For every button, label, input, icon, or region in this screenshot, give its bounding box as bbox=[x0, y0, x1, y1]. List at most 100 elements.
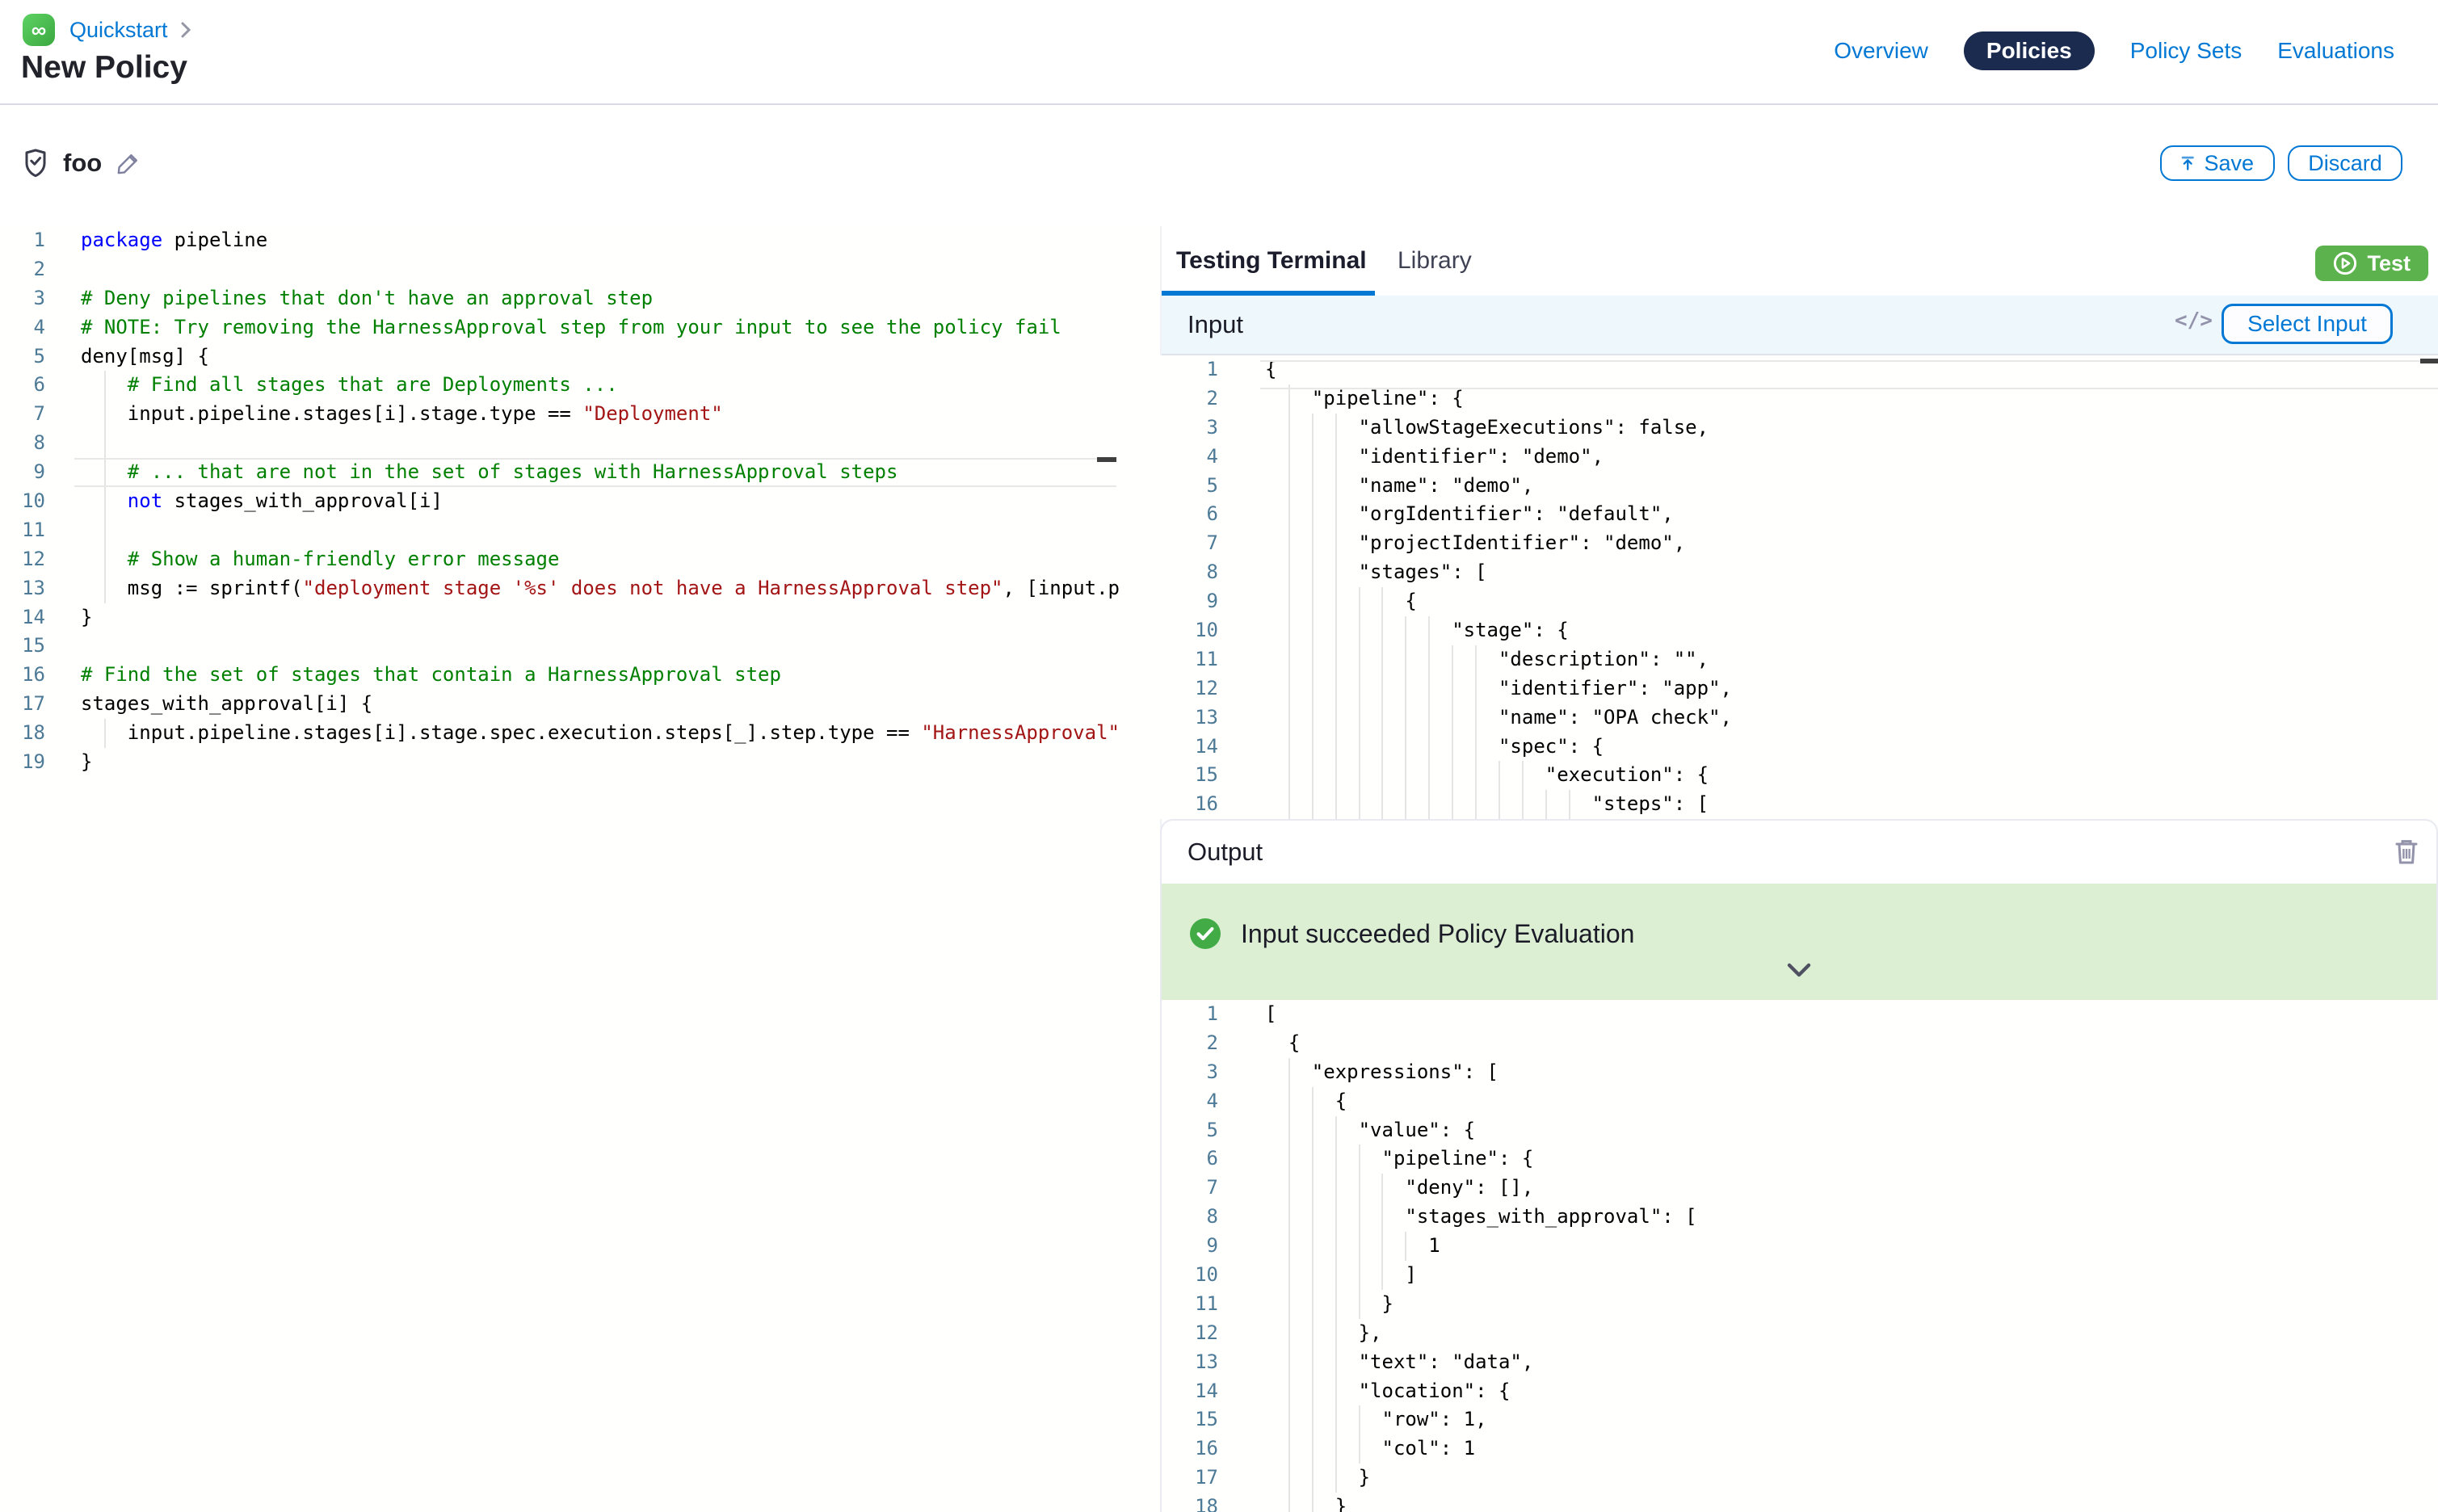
code-line[interactable]: 15 "execution": { bbox=[1160, 761, 2438, 790]
breadcrumb-link-quickstart[interactable]: Quickstart bbox=[69, 18, 168, 43]
code-line[interactable]: 16 "steps": [ bbox=[1160, 790, 2438, 819]
code-line[interactable]: 4# NOTE: Try removing the HarnessApprova… bbox=[0, 313, 1160, 342]
input-json-editor[interactable]: 1{2 "pipeline": {3 "allowStageExecutions… bbox=[1160, 355, 2438, 819]
indent-guide bbox=[1312, 704, 1314, 733]
indent-guide bbox=[1288, 704, 1290, 733]
code-line[interactable]: 2 bbox=[0, 255, 1160, 284]
indent-guide bbox=[1312, 790, 1314, 819]
line-number: 6 bbox=[1162, 1144, 1218, 1174]
code-brackets-icon[interactable]: </> bbox=[2175, 309, 2213, 333]
code-line[interactable]: 1package pipeline bbox=[0, 226, 1160, 255]
indent-guide bbox=[1312, 1144, 1314, 1174]
trash-icon[interactable] bbox=[2394, 838, 2419, 866]
rego-code-editor[interactable]: 1package pipeline23# Deny pipelines that… bbox=[0, 226, 1160, 1512]
code-line[interactable]: 1{ bbox=[1160, 355, 2438, 384]
code-line[interactable]: 3 "expressions": [ bbox=[1162, 1058, 2438, 1087]
code-line[interactable]: 4 "identifier": "demo", bbox=[1160, 443, 2438, 472]
tab-library[interactable]: Library bbox=[1398, 247, 1472, 296]
code-line[interactable]: 14 "location": { bbox=[1162, 1377, 2438, 1406]
edit-pencil-icon[interactable] bbox=[116, 151, 141, 175]
code-line[interactable]: 17 } bbox=[1162, 1464, 2438, 1493]
chevron-down-icon[interactable] bbox=[1786, 963, 1812, 979]
code-line[interactable]: 9 # ... that are not in the set of stage… bbox=[0, 458, 1160, 487]
save-button[interactable]: Save bbox=[2160, 145, 2275, 181]
code-line[interactable]: 6 "pipeline": { bbox=[1162, 1144, 2438, 1174]
code-line[interactable]: 10 "stage": { bbox=[1160, 616, 2438, 645]
code-line[interactable]: 14} bbox=[0, 603, 1160, 632]
select-input-button[interactable]: Select Input bbox=[2222, 304, 2393, 344]
code-line[interactable]: 11 bbox=[0, 516, 1160, 545]
indent-guide bbox=[1428, 704, 1430, 733]
code-line[interactable]: 19} bbox=[0, 748, 1160, 777]
indent-guide bbox=[1312, 1232, 1314, 1261]
code-line[interactable]: 10 ] bbox=[1162, 1261, 2438, 1290]
code-line[interactable]: 5deny[msg] { bbox=[0, 342, 1160, 372]
indent-guide bbox=[1312, 733, 1314, 762]
code-line[interactable]: 1[ bbox=[1162, 1000, 2438, 1029]
nav-policy-sets[interactable]: Policy Sets bbox=[2130, 38, 2243, 64]
nav-overview[interactable]: Overview bbox=[1834, 38, 1928, 64]
line-number: 19 bbox=[0, 748, 45, 777]
indent-guide bbox=[1312, 587, 1314, 616]
code-line[interactable]: 3 "allowStageExecutions": false, bbox=[1160, 414, 2438, 443]
code-line[interactable]: 13 "text": "data", bbox=[1162, 1348, 2438, 1377]
code-line[interactable]: 7 "deny": [], bbox=[1162, 1174, 2438, 1203]
code-line[interactable]: 16 "col": 1 bbox=[1162, 1434, 2438, 1464]
code-line[interactable]: 2 { bbox=[1162, 1029, 2438, 1058]
code-line[interactable]: 6 "orgIdentifier": "default", bbox=[1160, 500, 2438, 529]
code-line[interactable]: 13 "name": "OPA check", bbox=[1160, 704, 2438, 733]
code-line[interactable]: 17stages_with_approval[i] { bbox=[0, 690, 1160, 719]
line-number: 5 bbox=[0, 342, 45, 372]
nav-policies[interactable]: Policies bbox=[1964, 32, 2095, 70]
line-number: 9 bbox=[1162, 1232, 1218, 1261]
code-line[interactable]: 6 # Find all stages that are Deployments… bbox=[0, 371, 1160, 400]
indent-guide bbox=[1359, 733, 1360, 762]
code-line[interactable]: 3# Deny pipelines that don't have an app… bbox=[0, 284, 1160, 313]
indent-guide bbox=[1288, 500, 1290, 529]
code-line[interactable]: 8 "stages_with_approval": [ bbox=[1162, 1203, 2438, 1232]
code-line[interactable]: 7 input.pipeline.stages[i].stage.type ==… bbox=[0, 400, 1160, 429]
indent-guide bbox=[1312, 616, 1314, 645]
indent-guide bbox=[1381, 1203, 1383, 1232]
code-line[interactable]: 16# Find the set of stages that contain … bbox=[0, 661, 1160, 690]
code-line[interactable]: 12 }, bbox=[1162, 1319, 2438, 1348]
indent-guide bbox=[104, 487, 106, 516]
indent-guide bbox=[1312, 1405, 1314, 1434]
code-line[interactable]: 18 input.pipeline.stages[i].stage.spec.e… bbox=[0, 719, 1160, 748]
indent-guide bbox=[1288, 1203, 1290, 1232]
code-line[interactable]: 10 not stages_with_approval[i] bbox=[0, 487, 1160, 516]
code-line[interactable]: 14 "spec": { bbox=[1160, 733, 2438, 762]
indent-guide bbox=[1569, 790, 1570, 819]
code-line[interactable]: 12 # Show a human-friendly error message bbox=[0, 545, 1160, 574]
indent-guide bbox=[104, 719, 106, 748]
code-line[interactable]: 8 bbox=[0, 429, 1160, 458]
indent-guide bbox=[1288, 733, 1290, 762]
code-line[interactable]: 11 "description": "", bbox=[1160, 645, 2438, 674]
discard-button[interactable]: Discard bbox=[2288, 145, 2402, 181]
code-line[interactable]: 2 "pipeline": { bbox=[1160, 384, 2438, 414]
tab-testing-terminal[interactable]: Testing Terminal bbox=[1162, 247, 1375, 296]
code-line[interactable]: 11 } bbox=[1162, 1290, 2438, 1319]
code-line[interactable]: 15 "row": 1, bbox=[1162, 1405, 2438, 1434]
code-line[interactable]: 12 "identifier": "app", bbox=[1160, 674, 2438, 704]
code-line[interactable]: 7 "projectIdentifier": "demo", bbox=[1160, 529, 2438, 558]
nav-evaluations[interactable]: Evaluations bbox=[2277, 38, 2394, 64]
code-line[interactable]: 9 { bbox=[1160, 587, 2438, 616]
code-line[interactable]: 18 } bbox=[1162, 1493, 2438, 1512]
code-line[interactable]: 5 "value": { bbox=[1162, 1116, 2438, 1145]
indent-guide bbox=[1475, 733, 1477, 762]
indent-guide bbox=[1288, 616, 1290, 645]
test-button[interactable]: Test bbox=[2315, 246, 2428, 281]
line-number: 15 bbox=[1160, 761, 1218, 790]
line-number: 12 bbox=[1162, 1319, 1218, 1348]
code-line[interactable]: 15 bbox=[0, 632, 1160, 661]
code-line[interactable]: 9 1 bbox=[1162, 1232, 2438, 1261]
indent-guide bbox=[1475, 704, 1477, 733]
code-line[interactable]: 13 msg := sprintf("deployment stage '%s'… bbox=[0, 574, 1160, 603]
output-json-editor[interactable]: 1[2 {3 "expressions": [4 {5 "value": {6 … bbox=[1162, 1000, 2438, 1512]
code-line[interactable]: 8 "stages": [ bbox=[1160, 558, 2438, 587]
code-line[interactable]: 5 "name": "demo", bbox=[1160, 472, 2438, 501]
indent-guide bbox=[1359, 790, 1360, 819]
code-line[interactable]: 4 { bbox=[1162, 1087, 2438, 1116]
indent-guide bbox=[1288, 414, 1290, 443]
